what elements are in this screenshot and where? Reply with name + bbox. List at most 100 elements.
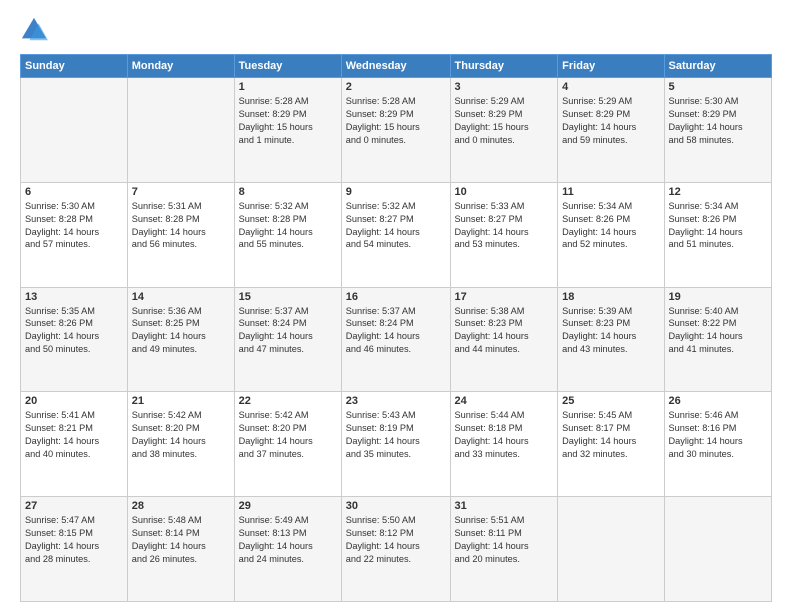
day-number: 1 xyxy=(239,81,337,93)
logo-icon xyxy=(20,16,48,44)
day-number: 11 xyxy=(562,186,659,198)
calendar-cell xyxy=(21,78,128,183)
day-info: Sunrise: 5:35 AM Sunset: 8:26 PM Dayligh… xyxy=(25,305,123,357)
calendar-cell: 19 Sunrise: 5:40 AM Sunset: 8:22 PM Dayli… xyxy=(664,287,772,392)
calendar-cell: 23 Sunrise: 5:43 AM Sunset: 8:19 PM Dayli… xyxy=(341,392,450,497)
day-info: Sunrise: 5:28 AM Sunset: 8:29 PM Dayligh… xyxy=(239,95,337,147)
logo xyxy=(20,16,52,44)
day-info: Sunrise: 5:50 AM Sunset: 8:12 PM Dayligh… xyxy=(346,514,446,566)
day-info: Sunrise: 5:38 AM Sunset: 8:23 PM Dayligh… xyxy=(455,305,554,357)
calendar-cell: 29 Sunrise: 5:49 AM Sunset: 8:13 PM Dayli… xyxy=(234,497,341,602)
day-number: 18 xyxy=(562,291,659,303)
calendar-cell: 12 Sunrise: 5:34 AM Sunset: 8:26 PM Dayli… xyxy=(664,182,772,287)
calendar-header-tuesday: Tuesday xyxy=(234,55,341,78)
day-number: 29 xyxy=(239,500,337,512)
day-info: Sunrise: 5:28 AM Sunset: 8:29 PM Dayligh… xyxy=(346,95,446,147)
day-info: Sunrise: 5:45 AM Sunset: 8:17 PM Dayligh… xyxy=(562,409,659,461)
day-info: Sunrise: 5:34 AM Sunset: 8:26 PM Dayligh… xyxy=(669,200,768,252)
calendar-cell: 22 Sunrise: 5:42 AM Sunset: 8:20 PM Dayli… xyxy=(234,392,341,497)
day-info: Sunrise: 5:48 AM Sunset: 8:14 PM Dayligh… xyxy=(132,514,230,566)
calendar-table: SundayMondayTuesdayWednesdayThursdayFrid… xyxy=(20,54,772,602)
day-info: Sunrise: 5:42 AM Sunset: 8:20 PM Dayligh… xyxy=(239,409,337,461)
calendar-cell: 27Sunrise: 5:47 AM Sunset: 8:15 PM Dayli… xyxy=(21,497,128,602)
day-info: Sunrise: 5:44 AM Sunset: 8:18 PM Dayligh… xyxy=(455,409,554,461)
calendar-cell: 9Sunrise: 5:32 AM Sunset: 8:27 PM Daylig… xyxy=(341,182,450,287)
day-number: 3 xyxy=(455,81,554,93)
day-info: Sunrise: 5:33 AM Sunset: 8:27 PM Dayligh… xyxy=(455,200,554,252)
day-number: 5 xyxy=(669,81,768,93)
calendar-cell: 3 Sunrise: 5:29 AM Sunset: 8:29 PM Daylig… xyxy=(450,78,558,183)
day-number: 24 xyxy=(455,395,554,407)
calendar-week-row: 27Sunrise: 5:47 AM Sunset: 8:15 PM Dayli… xyxy=(21,497,772,602)
calendar-cell: 7Sunrise: 5:31 AM Sunset: 8:28 PM Daylig… xyxy=(127,182,234,287)
calendar-cell: 26Sunrise: 5:46 AM Sunset: 8:16 PM Dayli… xyxy=(664,392,772,497)
day-info: Sunrise: 5:51 AM Sunset: 8:11 PM Dayligh… xyxy=(455,514,554,566)
day-number: 17 xyxy=(455,291,554,303)
day-info: Sunrise: 5:29 AM Sunset: 8:29 PM Dayligh… xyxy=(562,95,659,147)
calendar-cell: 15Sunrise: 5:37 AM Sunset: 8:24 PM Dayli… xyxy=(234,287,341,392)
calendar-header-sunday: Sunday xyxy=(21,55,128,78)
calendar-cell: 5 Sunrise: 5:30 AM Sunset: 8:29 PM Daylig… xyxy=(664,78,772,183)
day-info: Sunrise: 5:30 AM Sunset: 8:29 PM Dayligh… xyxy=(669,95,768,147)
calendar-cell: 1 Sunrise: 5:28 AM Sunset: 8:29 PM Daylig… xyxy=(234,78,341,183)
day-number: 13 xyxy=(25,291,123,303)
day-info: Sunrise: 5:47 AM Sunset: 8:15 PM Dayligh… xyxy=(25,514,123,566)
calendar-cell: 21 Sunrise: 5:42 AM Sunset: 8:20 PM Dayli… xyxy=(127,392,234,497)
calendar-cell: 13 Sunrise: 5:35 AM Sunset: 8:26 PM Dayli… xyxy=(21,287,128,392)
day-number: 8 xyxy=(239,186,337,198)
day-number: 25 xyxy=(562,395,659,407)
day-number: 4 xyxy=(562,81,659,93)
calendar-cell xyxy=(127,78,234,183)
calendar-cell: 31 Sunrise: 5:51 AM Sunset: 8:11 PM Dayli… xyxy=(450,497,558,602)
calendar-week-row: 20 Sunrise: 5:41 AM Sunset: 8:21 PM Dayli… xyxy=(21,392,772,497)
day-number: 20 xyxy=(25,395,123,407)
calendar-cell: 10 Sunrise: 5:33 AM Sunset: 8:27 PM Dayli… xyxy=(450,182,558,287)
day-info: Sunrise: 5:41 AM Sunset: 8:21 PM Dayligh… xyxy=(25,409,123,461)
day-number: 2 xyxy=(346,81,446,93)
calendar-week-row: 6Sunrise: 5:30 AM Sunset: 8:28 PM Daylig… xyxy=(21,182,772,287)
day-info: Sunrise: 5:32 AM Sunset: 8:28 PM Dayligh… xyxy=(239,200,337,252)
calendar-cell: 11 Sunrise: 5:34 AM Sunset: 8:26 PM Dayli… xyxy=(558,182,664,287)
day-number: 12 xyxy=(669,186,768,198)
day-info: Sunrise: 5:37 AM Sunset: 8:24 PM Dayligh… xyxy=(346,305,446,357)
calendar-header-saturday: Saturday xyxy=(664,55,772,78)
day-number: 10 xyxy=(455,186,554,198)
calendar-cell: 17 Sunrise: 5:38 AM Sunset: 8:23 PM Dayli… xyxy=(450,287,558,392)
calendar-cell: 6Sunrise: 5:30 AM Sunset: 8:28 PM Daylig… xyxy=(21,182,128,287)
calendar-cell: 28 Sunrise: 5:48 AM Sunset: 8:14 PM Dayli… xyxy=(127,497,234,602)
day-number: 23 xyxy=(346,395,446,407)
day-number: 14 xyxy=(132,291,230,303)
day-number: 9 xyxy=(346,186,446,198)
day-number: 16 xyxy=(346,291,446,303)
calendar-cell: 30Sunrise: 5:50 AM Sunset: 8:12 PM Dayli… xyxy=(341,497,450,602)
day-info: Sunrise: 5:29 AM Sunset: 8:29 PM Dayligh… xyxy=(455,95,554,147)
day-number: 19 xyxy=(669,291,768,303)
calendar-cell: 16 Sunrise: 5:37 AM Sunset: 8:24 PM Dayli… xyxy=(341,287,450,392)
day-info: Sunrise: 5:43 AM Sunset: 8:19 PM Dayligh… xyxy=(346,409,446,461)
day-info: Sunrise: 5:42 AM Sunset: 8:20 PM Dayligh… xyxy=(132,409,230,461)
day-info: Sunrise: 5:49 AM Sunset: 8:13 PM Dayligh… xyxy=(239,514,337,566)
day-number: 22 xyxy=(239,395,337,407)
calendar-header-wednesday: Wednesday xyxy=(341,55,450,78)
day-number: 21 xyxy=(132,395,230,407)
calendar-cell: 2 Sunrise: 5:28 AM Sunset: 8:29 PM Daylig… xyxy=(341,78,450,183)
day-info: Sunrise: 5:46 AM Sunset: 8:16 PM Dayligh… xyxy=(669,409,768,461)
day-info: Sunrise: 5:36 AM Sunset: 8:25 PM Dayligh… xyxy=(132,305,230,357)
day-info: Sunrise: 5:40 AM Sunset: 8:22 PM Dayligh… xyxy=(669,305,768,357)
day-number: 28 xyxy=(132,500,230,512)
calendar-cell xyxy=(664,497,772,602)
calendar-cell: 20 Sunrise: 5:41 AM Sunset: 8:21 PM Dayli… xyxy=(21,392,128,497)
calendar-cell: 4 Sunrise: 5:29 AM Sunset: 8:29 PM Daylig… xyxy=(558,78,664,183)
calendar-cell: 24 Sunrise: 5:44 AM Sunset: 8:18 PM Dayli… xyxy=(450,392,558,497)
day-info: Sunrise: 5:34 AM Sunset: 8:26 PM Dayligh… xyxy=(562,200,659,252)
day-number: 31 xyxy=(455,500,554,512)
page: SundayMondayTuesdayWednesdayThursdayFrid… xyxy=(0,0,792,612)
day-number: 7 xyxy=(132,186,230,198)
calendar-header-friday: Friday xyxy=(558,55,664,78)
calendar-header-monday: Monday xyxy=(127,55,234,78)
calendar-cell: 18 Sunrise: 5:39 AM Sunset: 8:23 PM Dayli… xyxy=(558,287,664,392)
calendar-cell xyxy=(558,497,664,602)
calendar-cell: 14 Sunrise: 5:36 AM Sunset: 8:25 PM Dayli… xyxy=(127,287,234,392)
day-info: Sunrise: 5:39 AM Sunset: 8:23 PM Dayligh… xyxy=(562,305,659,357)
header xyxy=(20,16,772,44)
